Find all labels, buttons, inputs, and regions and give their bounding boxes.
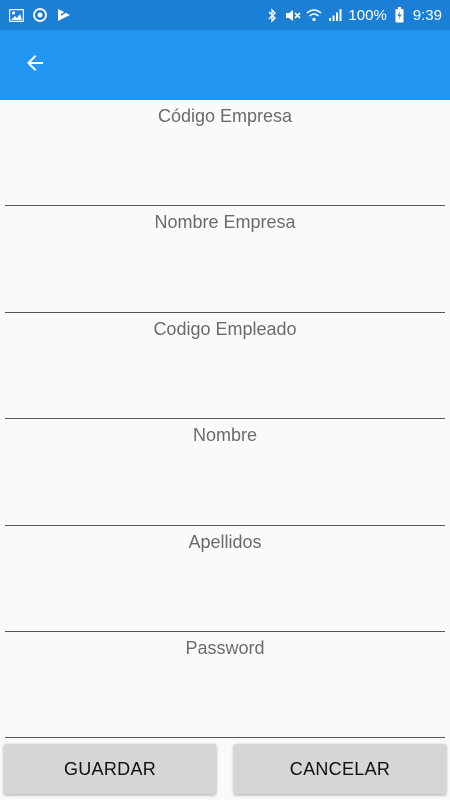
registration-form: Código Empresa Nombre Empresa Codigo Emp… [0,100,450,739]
mute-icon [285,7,301,23]
bluetooth-icon [264,7,280,23]
sync-icon [32,7,48,23]
field-label: Codigo Empleado [153,318,297,339]
codigo-empresa-input[interactable] [5,163,445,207]
field-codigo-empleado: Codigo Empleado [0,313,450,420]
field-label: Password [185,637,265,658]
clock: 9:39 [412,6,442,24]
arrow-left-icon [23,51,47,80]
status-bar-right: 100% 9:39 [264,7,442,24]
codigo-empleado-input[interactable] [5,376,445,420]
flag-icon [56,7,72,23]
signal-icon [327,7,343,23]
apellidos-input[interactable] [5,588,445,632]
nombre-input[interactable] [5,482,445,526]
field-nombre-empresa: Nombre Empresa [0,206,450,313]
app-bar [0,30,450,100]
save-button[interactable]: GUARDAR [4,744,216,794]
cancel-button[interactable]: CANCELAR [234,744,446,794]
battery-percent: 100% [348,6,387,24]
action-buttons: GUARDAR CANCELAR [0,744,450,796]
image-icon [8,7,24,23]
status-bar-left [8,7,72,23]
field-label: Nombre [192,425,258,446]
field-label: Código Empresa [157,106,293,126]
password-input[interactable] [5,695,445,739]
battery-icon [392,7,408,23]
field-password: Password [0,632,450,739]
field-label: Apellidos [188,531,262,552]
field-codigo-empresa: Código Empresa [0,100,450,207]
back-button[interactable] [7,37,63,93]
wifi-icon [306,7,322,23]
status-bar: 100% 9:39 [0,0,450,30]
field-apellidos: Apellidos [0,526,450,632]
nombre-empresa-input[interactable] [5,269,445,313]
field-label: Nombre Empresa [154,212,296,233]
field-nombre: Nombre [0,419,450,526]
